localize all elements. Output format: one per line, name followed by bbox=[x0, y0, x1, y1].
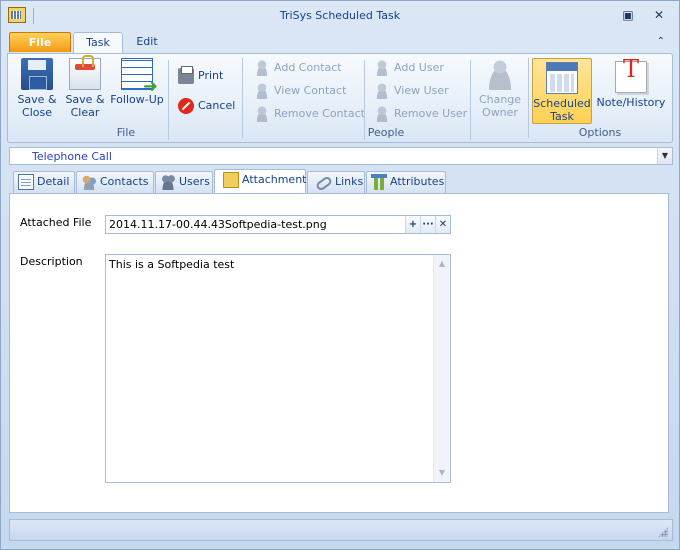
group-options: Scheduled Task Note/History Options bbox=[530, 56, 670, 142]
view-contact-button[interactable]: View Contact bbox=[254, 81, 346, 101]
tab-attributes-label: Attributes bbox=[390, 175, 445, 188]
group-options-label: Options bbox=[578, 126, 622, 139]
remove-contact-label: Remove Contact bbox=[274, 107, 365, 120]
note-history-icon bbox=[615, 61, 647, 93]
group-people: Add Contact View Contact Remove Contact … bbox=[244, 56, 528, 142]
scheduled-task-button[interactable]: Scheduled Task bbox=[532, 58, 592, 124]
remove-user-button[interactable]: Remove User bbox=[374, 104, 467, 124]
change-owner-label-1: Change bbox=[478, 93, 522, 106]
ribbon: Save & Close Save & Clear Follow-Up Prin… bbox=[7, 53, 673, 143]
note-history-button[interactable]: Note/History bbox=[594, 61, 668, 109]
group-separator bbox=[242, 58, 243, 138]
task-type-dropdown[interactable]: Telephone Call ▼ bbox=[9, 147, 673, 165]
task-window: TriSys Scheduled Task ▣ ✕ File Task Edit… bbox=[0, 0, 680, 550]
print-button[interactable]: Print bbox=[178, 66, 223, 86]
description-value: This is a Softpedia test bbox=[109, 258, 235, 271]
add-file-button[interactable]: + bbox=[405, 216, 420, 233]
tab-attachment[interactable]: Attachment bbox=[214, 169, 307, 194]
scheduled-task-label-1: Scheduled bbox=[533, 97, 591, 110]
note-history-label: Note/History bbox=[596, 96, 666, 109]
remove-user-label: Remove User bbox=[394, 107, 468, 120]
add-contact-icon bbox=[254, 60, 270, 76]
description-textarea[interactable]: This is a Softpedia test ▲ ▼ bbox=[105, 254, 451, 483]
remove-file-button[interactable]: ✕ bbox=[435, 216, 450, 233]
link-icon bbox=[314, 175, 334, 192]
add-user-button[interactable]: Add User bbox=[374, 58, 444, 78]
scroll-up-icon[interactable]: ▲ bbox=[434, 256, 450, 272]
group-people-label: People bbox=[367, 126, 405, 139]
add-contact-button[interactable]: Add Contact bbox=[254, 58, 342, 78]
save-clear-icon bbox=[69, 55, 101, 90]
add-contact-label: Add Contact bbox=[274, 61, 342, 74]
chevron-down-icon[interactable]: ▼ bbox=[657, 148, 672, 164]
scroll-down-icon[interactable]: ▼ bbox=[434, 465, 450, 481]
users-icon bbox=[160, 174, 176, 190]
tab-detail-label: Detail bbox=[37, 175, 70, 188]
remove-contact-button[interactable]: Remove Contact bbox=[254, 104, 365, 124]
attached-file-value: 2014.11.17-00.44.43Softpedia-test.png bbox=[109, 218, 327, 231]
task-type-value: Telephone Call bbox=[32, 150, 112, 163]
add-user-icon bbox=[374, 60, 390, 76]
follow-up-calendar-icon bbox=[121, 58, 158, 93]
save-close-button[interactable]: Save & Close bbox=[14, 58, 60, 119]
tab-task[interactable]: Task bbox=[73, 32, 123, 53]
tab-contacts-label: Contacts bbox=[100, 175, 149, 188]
cancel-label: Cancel bbox=[198, 99, 236, 112]
view-user-icon bbox=[374, 83, 390, 99]
attributes-icon bbox=[371, 174, 387, 190]
change-owner-label-2: Owner bbox=[482, 106, 518, 119]
save-clear-label-1: Save & bbox=[65, 93, 105, 106]
remove-contact-icon bbox=[254, 106, 270, 122]
tab-edit[interactable]: Edit bbox=[127, 32, 167, 53]
printer-icon bbox=[178, 66, 194, 84]
save-clear-button[interactable]: Save & Clear bbox=[62, 55, 108, 119]
file-tab[interactable]: File bbox=[9, 32, 71, 52]
group-file: Save & Close Save & Clear Follow-Up Prin… bbox=[10, 55, 242, 142]
tab-links-label: Links bbox=[335, 175, 364, 188]
attached-file-field[interactable]: 2014.11.17-00.44.43Softpedia-test.png + … bbox=[105, 215, 451, 234]
tab-links[interactable]: Links bbox=[307, 171, 365, 193]
add-user-label: Add User bbox=[394, 61, 444, 74]
tab-users[interactable]: Users bbox=[155, 171, 213, 193]
scheduled-task-calendar-icon bbox=[546, 62, 578, 94]
tab-detail[interactable]: Detail bbox=[13, 171, 75, 193]
title-bar: TriSys Scheduled Task ▣ ✕ bbox=[1, 1, 679, 31]
view-user-label: View User bbox=[394, 84, 449, 97]
bell-icon bbox=[557, 75, 571, 89]
restore-button[interactable]: ▣ bbox=[619, 7, 637, 23]
close-button[interactable]: ✕ bbox=[650, 7, 668, 23]
attached-file-label: Attached File bbox=[20, 216, 92, 229]
view-contact-label: View Contact bbox=[274, 84, 347, 97]
detail-icon bbox=[18, 174, 34, 190]
description-label: Description bbox=[20, 255, 83, 268]
tab-attributes[interactable]: Attributes bbox=[366, 171, 446, 193]
browse-file-button[interactable]: ··· bbox=[420, 216, 435, 233]
change-owner-icon bbox=[484, 58, 516, 90]
group-separator-2 bbox=[528, 58, 529, 138]
follow-up-button[interactable]: Follow-Up bbox=[110, 58, 164, 106]
attachment-icon bbox=[223, 172, 239, 188]
view-user-button[interactable]: View User bbox=[374, 81, 449, 101]
save-clear-label-2: Clear bbox=[70, 106, 100, 119]
floppy-disk-icon bbox=[21, 58, 53, 90]
collapse-ribbon-icon[interactable]: ⌃ bbox=[657, 36, 665, 47]
tab-attachment-label: Attachment bbox=[242, 173, 307, 186]
remove-user-icon bbox=[374, 106, 390, 122]
group-file-label: File bbox=[116, 126, 136, 139]
save-close-label-1: Save & bbox=[17, 93, 57, 106]
save-close-label-2: Close bbox=[22, 106, 52, 119]
cancel-button[interactable]: Cancel bbox=[178, 96, 235, 116]
contacts-icon bbox=[81, 174, 97, 190]
tab-contacts[interactable]: Contacts bbox=[76, 171, 154, 193]
description-scrollbar[interactable]: ▲ ▼ bbox=[433, 255, 450, 482]
resize-grip-icon[interactable] bbox=[658, 527, 668, 537]
status-bar bbox=[9, 519, 673, 541]
print-label: Print bbox=[198, 69, 224, 82]
scheduled-task-label-2: Task bbox=[550, 110, 574, 123]
view-contact-icon bbox=[254, 83, 270, 99]
window-title: TriSys Scheduled Task bbox=[279, 9, 401, 22]
cancel-icon bbox=[178, 98, 194, 114]
tab-users-label: Users bbox=[179, 175, 210, 188]
change-owner-button[interactable]: Change Owner bbox=[474, 58, 526, 119]
